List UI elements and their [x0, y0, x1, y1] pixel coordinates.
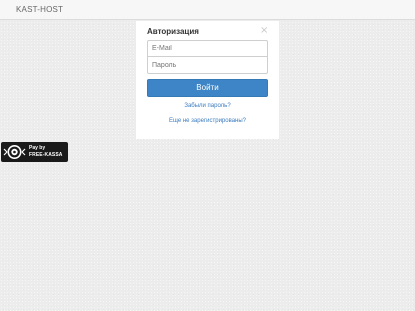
badge-free-kassa: FREE-KASSA [29, 152, 63, 158]
brand-link[interactable]: KAST-HOST [16, 5, 63, 14]
badge-pay-by: Pay by [29, 145, 46, 151]
login-panel: Авторизация × Войти Забыли пароль? Еще н… [136, 21, 279, 139]
register-link[interactable]: Еще не зарегистрированы? [136, 118, 279, 124]
forgot-password-link[interactable]: Забыли пароль? [136, 103, 279, 109]
email-field[interactable] [147, 40, 268, 57]
password-field[interactable] [147, 57, 268, 74]
login-title: Авторизация [147, 27, 199, 36]
login-button[interactable]: Войти [147, 79, 268, 97]
free-kassa-logo-icon [3, 145, 26, 159]
top-navbar: KAST-HOST [0, 0, 415, 20]
close-icon[interactable]: × [260, 26, 268, 36]
free-kassa-badge[interactable]: Pay by FREE-KASSA [1, 142, 68, 162]
